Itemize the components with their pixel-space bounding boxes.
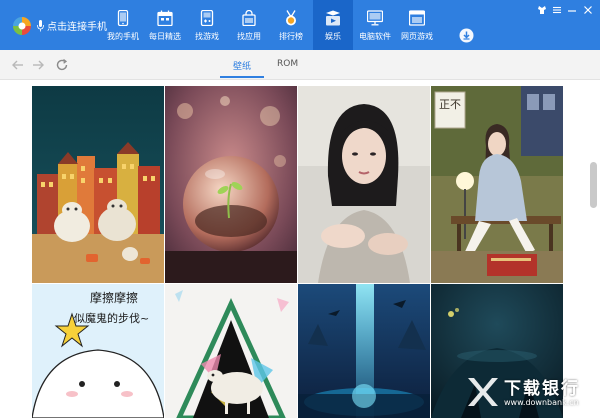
close-icon[interactable] [583,5,593,15]
skin-icon[interactable] [537,5,547,15]
phone-icon [117,10,129,26]
nav-find-games[interactable]: 找游戏 [187,0,227,50]
wallpaper-geometric-sheep[interactable] [165,284,297,418]
menu-icon[interactable] [552,5,562,15]
nav-rankings[interactable]: 排行榜 [271,0,311,50]
nav-my-phone[interactable]: 我的手机 [103,0,143,50]
poster-text: 正不 [439,98,461,111]
bag-icon [242,10,256,26]
gamepad-icon [200,10,214,26]
watermark-url: www.downbank.cn [504,398,579,407]
wallpaper-gallery: 正不 摩擦摩擦 似魔鬼的步伐~ [0,80,600,418]
forward-arrow-icon[interactable] [31,58,45,72]
nav-find-apps[interactable]: 找应用 [229,0,269,50]
microphone-icon [37,19,44,31]
medal-icon [286,10,296,26]
watermark-logo-icon [468,378,498,406]
nav-daily-picks[interactable]: 每日精选 [145,0,185,50]
toolbar: 壁纸 ROM [0,50,600,80]
connect-phone-area[interactable]: 点击连接手机 [0,0,107,50]
wallpaper-fantasy-scene[interactable] [298,284,430,418]
wallpaper-cartoon-text[interactable]: 摩擦摩擦 似魔鬼的步伐~ [32,284,164,418]
nav-entertainment[interactable]: 娱乐 [313,0,353,50]
nav-pc-software[interactable]: 电脑软件 [355,0,395,50]
cartoon-text-line2: 似魔鬼的步伐~ [74,311,149,325]
monitor-icon [367,10,383,26]
window-icon [409,10,425,26]
nav-label: 网页游戏 [401,32,433,41]
active-tab-indicator [220,76,264,78]
wallpaper-glass-sphere[interactable] [165,86,297,283]
calendar-icon [157,10,173,26]
wallpaper-girl-on-bench[interactable]: 正不 [431,86,563,283]
download-manager-icon[interactable] [459,28,474,43]
cartoon-text-line1: 摩擦摩擦 [90,290,138,305]
entertainment-icon [326,10,340,26]
watermark-title: 下载银行 [504,379,580,399]
vertical-scrollbar[interactable] [590,162,597,208]
watermark: 下载银行 www.downbank.cn [464,374,592,414]
minimize-icon[interactable] [567,5,577,15]
back-arrow-icon[interactable] [11,58,25,72]
wallpaper-woman-portrait[interactable] [298,86,430,283]
wallpaper-sheep-town[interactable] [32,86,164,283]
tab-rom[interactable]: ROM [277,59,298,69]
connect-phone-link[interactable]: 点击连接手机 [37,18,107,33]
nav-web-games[interactable]: 网页游戏 [397,0,437,50]
connect-phone-label: 点击连接手机 [47,22,107,33]
tab-wallpaper[interactable]: 壁纸 [233,59,251,72]
app-logo-icon [13,17,31,35]
refresh-icon[interactable] [55,58,69,72]
title-bar: 点击连接手机 我的手机 每日精选 找游戏 找应用 排行榜 娱乐 电脑软件 网页游… [0,0,600,50]
